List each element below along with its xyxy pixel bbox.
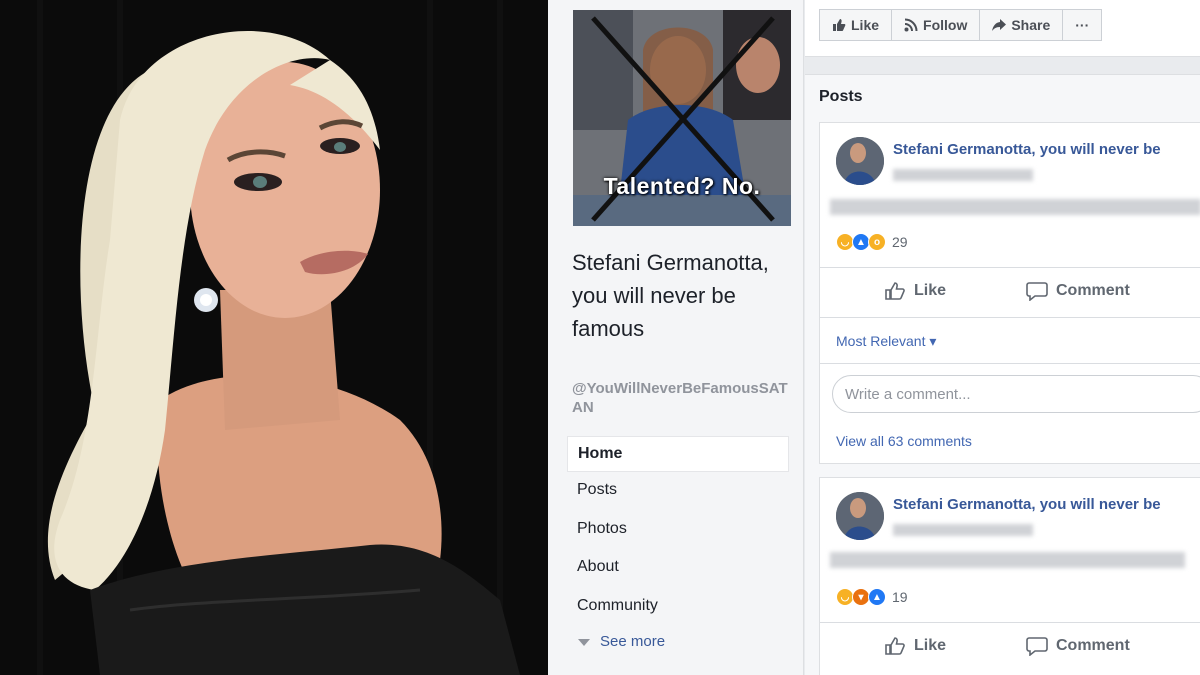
avatar-image xyxy=(836,137,884,185)
divider xyxy=(820,317,1200,318)
rss-icon xyxy=(904,18,918,32)
post-card: Stefani Germanotta, you will never be ◡ … xyxy=(819,477,1200,675)
post-like-label: Like xyxy=(914,637,947,654)
posts-heading: Posts xyxy=(819,88,863,105)
nav-item-posts[interactable]: Posts xyxy=(567,472,789,511)
post-text-redacted xyxy=(830,199,1200,215)
celebrity-photo xyxy=(0,0,548,675)
thumbs-up-outline-icon xyxy=(885,282,905,300)
like-page-label: Like xyxy=(851,17,880,33)
like-page-button[interactable]: Like xyxy=(819,9,893,41)
thumbs-up-outline-icon xyxy=(885,637,905,655)
post-card: Stefani Germanotta, you will never be ◡ … xyxy=(819,122,1200,464)
post-timestamp-redacted xyxy=(893,524,1033,536)
avatar[interactable] xyxy=(836,137,884,185)
page-nav: Home Posts Photos About Community xyxy=(567,436,789,626)
avatar[interactable] xyxy=(836,492,884,540)
post-comment-label: Comment xyxy=(1056,282,1130,299)
post-like-button[interactable]: Like xyxy=(884,636,946,656)
facebook-page: Talented? No. Stefani Germanotta, you wi… xyxy=(548,0,1200,675)
post-author[interactable]: Stefani Germanotta, you will never be xyxy=(893,496,1161,513)
share-label: Share xyxy=(1011,17,1051,33)
post-comment-button[interactable]: Comment xyxy=(1026,636,1130,656)
reaction-count: 19 xyxy=(892,589,908,605)
comment-bubble-icon xyxy=(1026,282,1048,301)
divider xyxy=(820,622,1200,623)
post-text-redacted xyxy=(830,552,1185,568)
page-profile-picture[interactable]: Talented? No. xyxy=(573,10,791,226)
page-title[interactable]: Stefani Germanotta, you will never be fa… xyxy=(572,246,797,345)
divider xyxy=(820,267,1200,268)
post-author[interactable]: Stefani Germanotta, you will never be xyxy=(893,141,1161,158)
page-handle[interactable]: @YouWillNeverBeFamousSATAN xyxy=(572,379,797,417)
comment-input[interactable]: Write a comment... xyxy=(832,375,1200,413)
reaction-count: 29 xyxy=(892,234,908,250)
reaction-summary[interactable]: ◡ ▾ ▲ 19 xyxy=(836,588,908,606)
divider xyxy=(820,363,1200,364)
post-like-label: Like xyxy=(914,282,947,299)
wow-reaction-icon: o xyxy=(868,233,886,251)
portrait-illustration xyxy=(0,0,548,675)
posts-section: Posts Stefani Germanotta, you will never… xyxy=(805,74,1200,675)
post-comment-button[interactable]: Comment xyxy=(1026,281,1130,301)
like-reaction-icon: ▲ xyxy=(868,588,886,606)
see-more-link[interactable]: See more xyxy=(578,633,665,650)
post-like-button[interactable]: Like xyxy=(884,281,946,301)
thumbs-up-icon xyxy=(833,19,846,31)
nav-item-photos[interactable]: Photos xyxy=(567,511,789,550)
comment-bubble-icon xyxy=(1026,637,1048,656)
nav-item-about[interactable]: About xyxy=(567,549,789,588)
share-arrow-icon xyxy=(992,19,1007,31)
comment-sort-dropdown[interactable]: Most Relevant ▾ xyxy=(836,333,936,350)
post-timestamp-redacted xyxy=(893,169,1033,181)
see-more-label: See more xyxy=(600,633,666,650)
post-comment-label: Comment xyxy=(1056,637,1130,654)
avatar-image xyxy=(836,492,884,540)
follow-label: Follow xyxy=(923,17,968,33)
share-button[interactable]: Share xyxy=(979,9,1064,41)
nav-item-home[interactable]: Home xyxy=(567,436,789,472)
caret-down-icon xyxy=(578,638,590,646)
page-sidebar: Talented? No. Stefani Germanotta, you wi… xyxy=(548,0,804,675)
more-options-button[interactable]: ··· xyxy=(1062,9,1103,41)
cover-caption: Talented? No. xyxy=(603,173,761,199)
nav-item-community[interactable]: Community xyxy=(567,588,789,627)
reaction-summary[interactable]: ◡ ▲ o 29 xyxy=(836,233,908,251)
page-actions-bar: Like Follow Share ··· xyxy=(805,0,1200,57)
view-all-comments-link[interactable]: View all 63 comments xyxy=(836,433,972,449)
follow-button[interactable]: Follow xyxy=(891,9,981,41)
